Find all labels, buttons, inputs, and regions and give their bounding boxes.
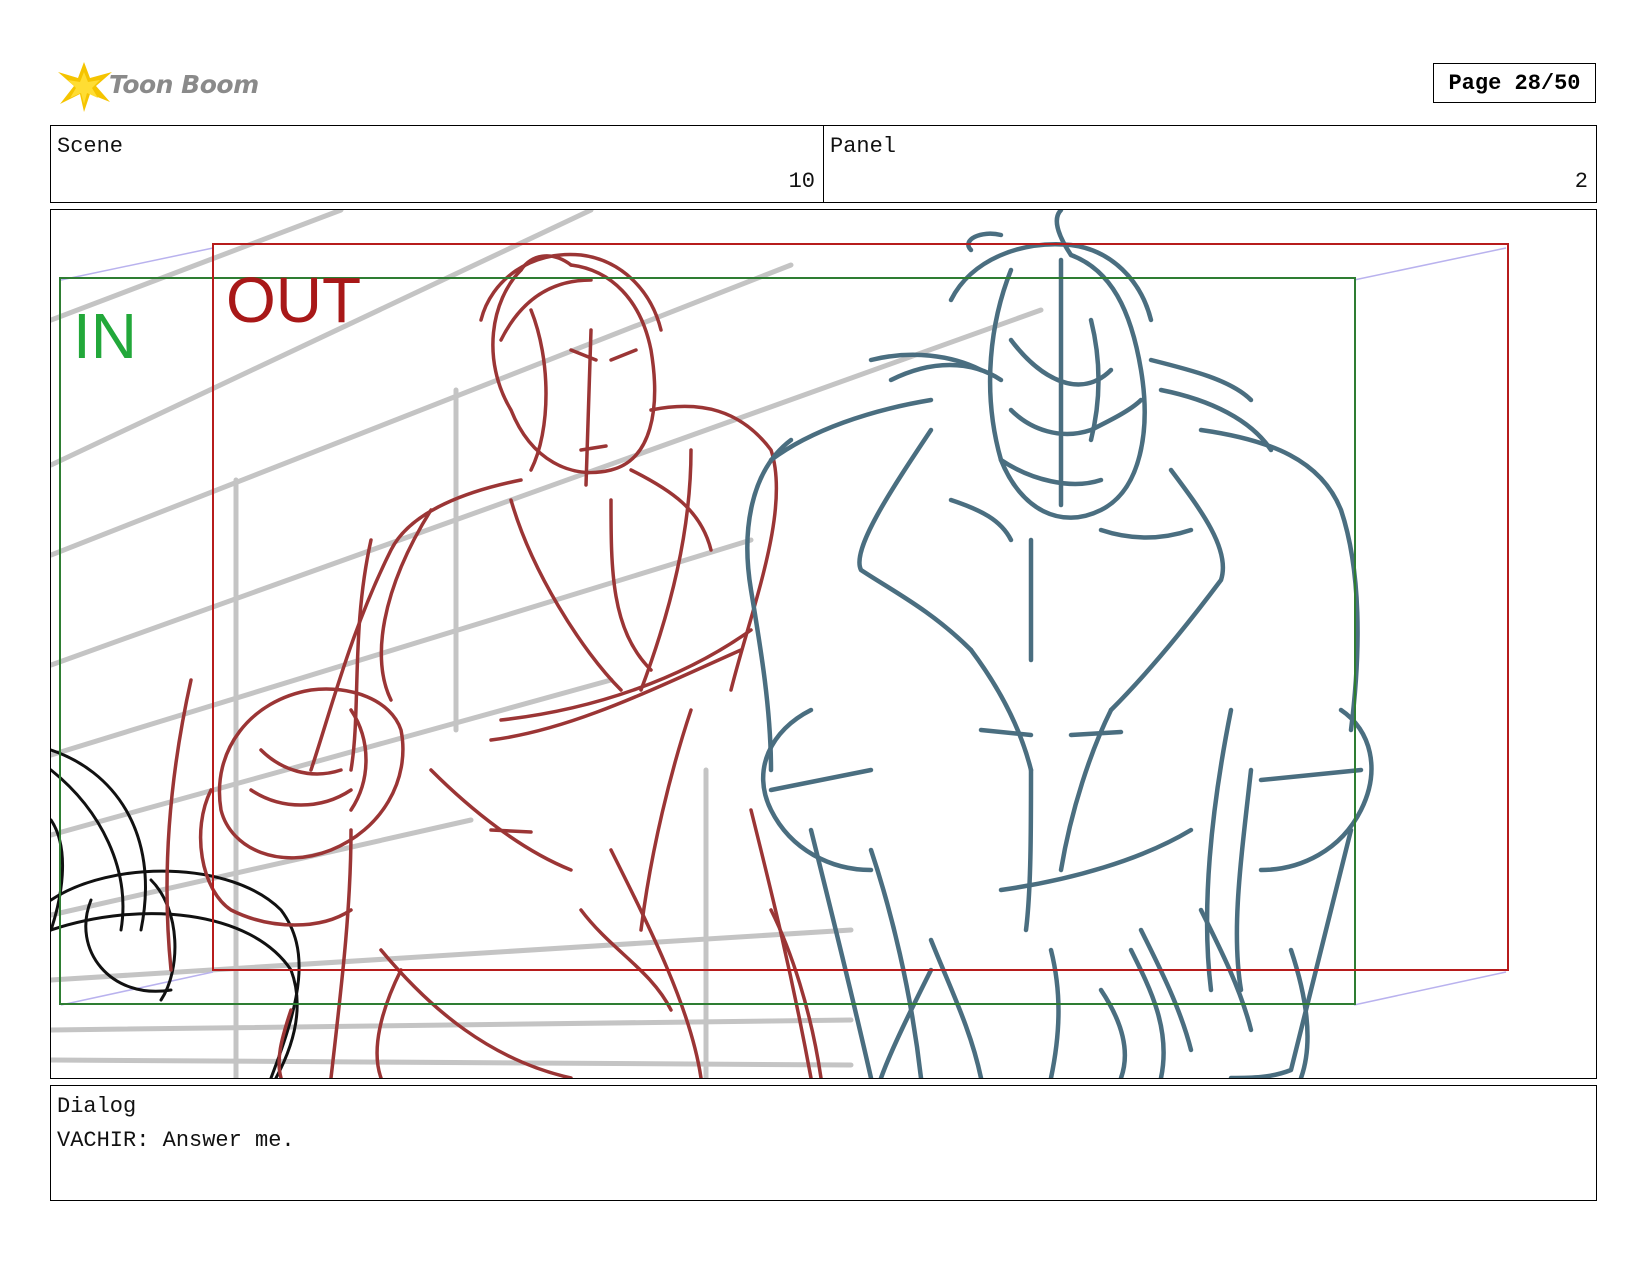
storyboard-panel: IN OUT: [50, 209, 1597, 1079]
in-label: IN: [73, 300, 137, 372]
out-frame: [212, 243, 1509, 971]
panel-cell: Panel 2: [823, 126, 1596, 202]
out-label: OUT: [226, 264, 361, 336]
panel-drawing: IN OUT: [51, 210, 1509, 1078]
toon-boom-logo: Toon Boom: [54, 58, 274, 114]
page-number: Page 28/50: [1433, 63, 1596, 103]
scene-cell: Scene 10: [51, 126, 823, 202]
starburst-icon: [58, 62, 112, 112]
dialog-box: Dialog VACHIR: Answer me.: [50, 1085, 1597, 1201]
dialog-label: Dialog: [57, 1094, 137, 1119]
camera-guides: [60, 247, 1507, 1006]
scene-label: Scene: [57, 134, 124, 159]
logo-text: Toon Boom: [109, 70, 259, 99]
dialog-text: VACHIR: Answer me.: [57, 1128, 295, 1153]
panel-label: Panel: [830, 134, 897, 159]
background-sketch: [51, 210, 1044, 1078]
character-right-sketch: [745, 210, 1374, 1078]
panel-value: 2: [1574, 169, 1588, 194]
scene-panel-info: Scene 10 Panel 2: [50, 125, 1597, 203]
scene-value: 10: [788, 169, 815, 194]
